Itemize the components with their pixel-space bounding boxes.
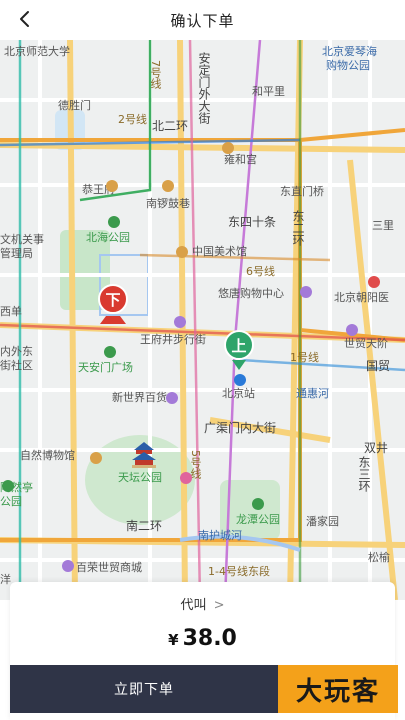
chevron-right-icon: > [213,598,225,613]
map-label: 东二环 [291,210,305,246]
dropoff-marker[interactable]: 下 [96,284,130,328]
map-label: 三里 [372,219,394,232]
map-label: 6号线 [246,265,275,278]
map-label: 街社区 [0,359,33,372]
map-label: 松榆 [368,551,390,564]
map-label: 文机关事 [0,233,44,246]
park-icon [104,346,116,358]
map-label: 自然博物馆 [20,449,75,462]
map-label: 东四十条 [228,215,277,229]
map-label: 南二环 [126,519,163,533]
park-icon [2,480,14,492]
map-label: 南锣鼓巷 [146,197,190,210]
map-label: 西单 [0,305,22,318]
map-label: 5号线 [189,450,202,479]
shopping-icon [62,560,74,572]
pickup-marker[interactable]: 上 [222,330,256,374]
proxy-call-row[interactable]: 代叫 > [10,594,395,613]
map-label: 天坛公园 [118,471,162,484]
map-label: 北京站 [222,387,255,400]
map-label: 悠唐购物中心 [218,287,284,300]
chevron-left-icon [20,11,29,27]
map-label: 7号线 [149,60,162,89]
shopping-icon [300,286,312,298]
pin-tail-icon [232,360,246,370]
museum-icon [90,452,102,464]
map-label: 北京师范大学 [4,45,70,58]
map-label: 东三环 [357,456,371,492]
map-label: 1-4号线东段 [208,565,270,578]
shopping-icon [346,324,358,336]
metro-icon [180,472,192,484]
museum-icon [176,246,188,258]
shopping-icon [166,392,178,404]
temple-of-heaven-icon [132,442,156,468]
header: 确认下单 [0,0,405,40]
map-label: 广渠门内大街 [204,421,277,435]
map-label: 通惠河 [296,387,329,400]
watermark-text: 大玩客 [295,676,380,707]
map-label: 新世界百货 [112,391,167,404]
map-label: 双井 [364,441,389,455]
pickup-pin-label: 上 [224,330,254,360]
map-label: 和平里 [252,85,285,98]
page-title: 确认下单 [170,11,235,30]
map-label: 安定门外大街 [197,52,211,124]
map-label: 百荣世贸商城 [76,561,142,574]
map-roads [0,40,405,600]
map-label: 潘家园 [306,515,339,528]
map-label: 南护城河 [198,529,242,542]
map-label: 国贸 [366,359,391,373]
map-label: 天安门广场 [78,361,133,374]
map-label: 中国美术馆 [192,245,247,258]
park-icon [108,216,120,228]
park-icon [252,498,264,510]
map-label: 洋 [0,573,11,586]
map-label: 北京爱琴海 [322,45,377,58]
shopping-icon [174,316,186,328]
dropoff-base-icon [100,316,126,324]
map-label: 北二环 [152,119,189,133]
map-view[interactable]: 北京师范大学 安定门外大街 北京爱琴海 购物公园 和平里 德胜门 2号线 北二环… [0,40,405,600]
temple-icon [106,180,118,192]
map-label: 龙潭公园 [236,513,280,526]
train-station-icon [234,374,246,386]
back-button[interactable] [8,2,42,36]
place-order-button[interactable]: 立即下单 [10,665,278,713]
map-label: 公园 [0,495,22,508]
price-currency: ¥ [168,631,179,649]
price-value: 38.0 [182,626,237,651]
dropoff-pin-label: 下 [98,284,128,314]
temple-icon [222,142,234,154]
map-label: 东直门桥 [280,185,324,198]
map-label: 世贸天阶 [344,337,388,350]
map-label: 王府井步行街 [140,333,206,346]
temple-icon [162,180,174,192]
map-label: 北海公园 [86,231,130,244]
watermark-logo: 大玩客 [278,665,398,713]
map-label: 内外东 [0,345,33,358]
proxy-call-label: 代叫 [180,598,207,613]
map-label: 购物公园 [326,59,370,72]
map-label: 管理局 [0,247,33,260]
map-label: 北京朝阳医 [334,291,389,304]
map-label: 雍和宫 [224,153,257,166]
price-row: ¥38.0 [10,626,395,651]
map-label: 德胜门 [58,99,91,112]
map-label: 1号线 [290,351,319,364]
map-label: 2号线 [118,113,147,126]
hospital-icon [368,276,380,288]
